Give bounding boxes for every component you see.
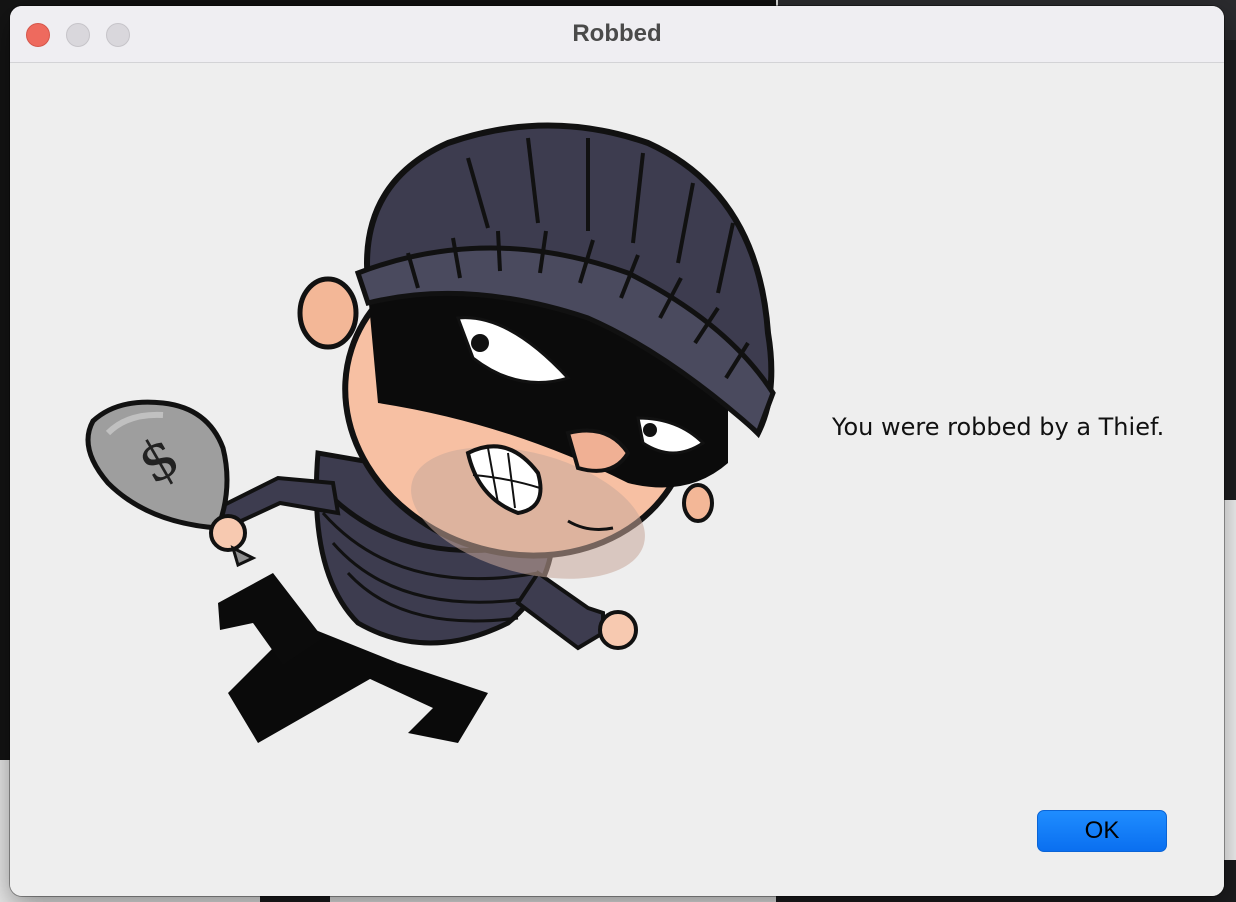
- ok-button[interactable]: OK: [1037, 810, 1167, 852]
- title-bar[interactable]: Robbed: [10, 6, 1224, 63]
- robbed-dialog-window: Robbed $ You were robbed by a Thief. OK: [10, 6, 1224, 896]
- window-title: Robbed: [572, 20, 662, 47]
- dialog-content: $ You were robbed by a Thief. OK: [10, 63, 1224, 896]
- robbed-message: You were robbed by a Thief.: [832, 413, 1165, 441]
- thief-illustration: $: [85, 122, 776, 743]
